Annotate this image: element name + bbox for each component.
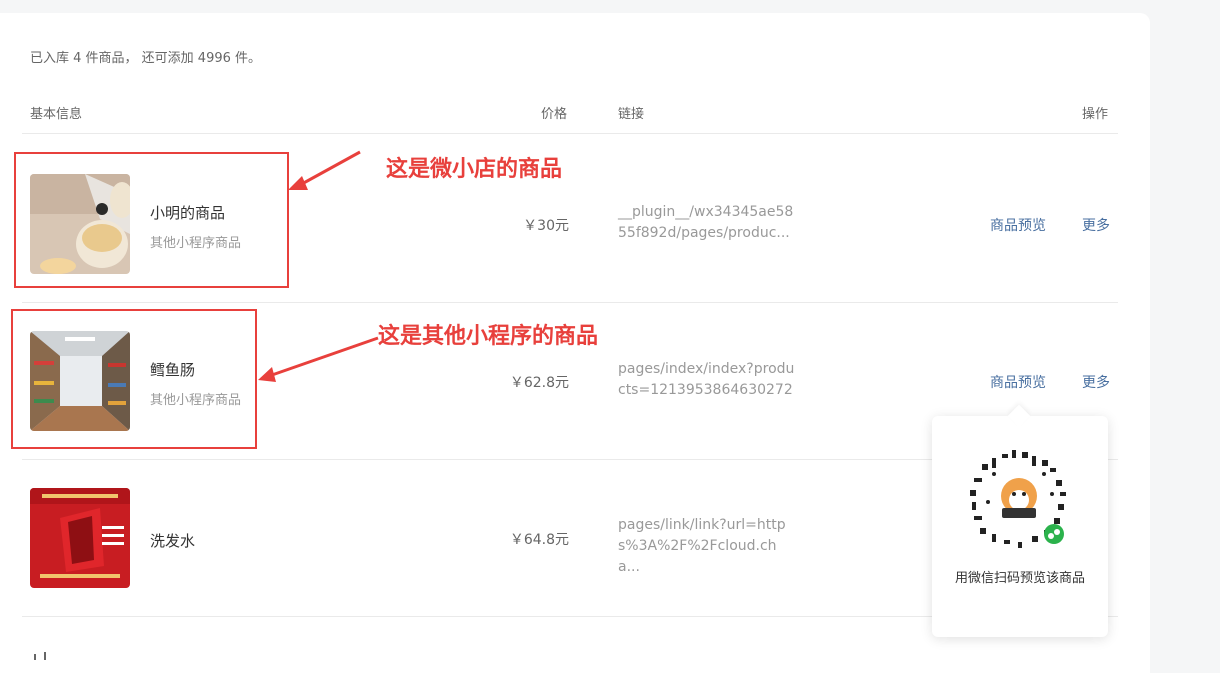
annotation-label-first: 这是微小店的商品 <box>386 157 563 182</box>
qr-preview-caption: 用微信扫码预览该商品 <box>954 571 1085 586</box>
annotation-label-second: 这是其他小程序的商品 <box>378 324 599 349</box>
qr-preview-popup: 用微信扫码预览该商品 <box>932 416 1108 637</box>
qr-code-icon <box>965 445 1073 553</box>
